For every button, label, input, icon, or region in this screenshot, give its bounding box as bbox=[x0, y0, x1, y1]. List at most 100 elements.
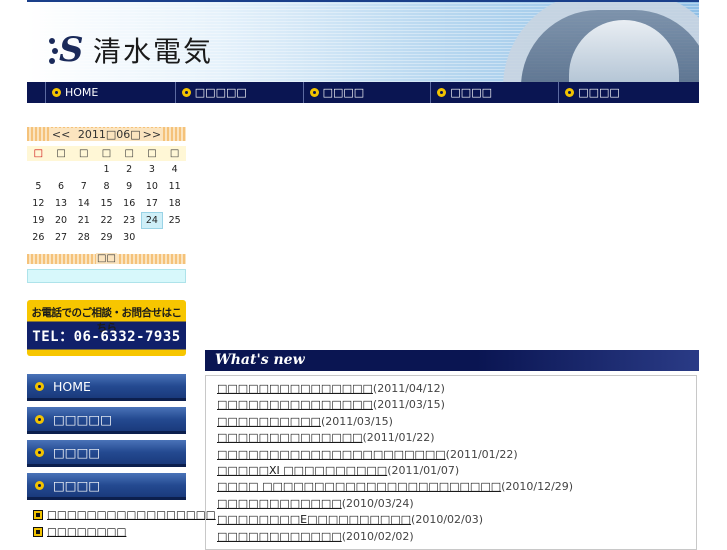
logo-text: 清水電気 bbox=[93, 35, 214, 68]
bullet-icon bbox=[35, 414, 44, 424]
side-sublink[interactable]: □□□□□□□□ bbox=[33, 523, 216, 540]
side-menu-label: □□□□□ bbox=[53, 411, 113, 427]
calendar-day[interactable]: 18 bbox=[163, 195, 186, 212]
bullet-icon bbox=[565, 88, 575, 97]
calendar-day[interactable]: 30 bbox=[118, 229, 141, 246]
news-link[interactable]: □□□□□XI □□□□□□□□□□ bbox=[217, 464, 387, 477]
top-nav: HOME □□□□□ □□□□ □□□□ □□□□ bbox=[27, 82, 699, 103]
calendar-day[interactable]: 9 bbox=[118, 178, 141, 195]
news-item: □□□□□XI □□□□□□□□□□(2011/01/07) bbox=[206, 464, 696, 480]
calendar-empty-cell bbox=[163, 229, 186, 246]
news-item: □□□□□□□□□□□□□□□(2011/04/12) bbox=[206, 382, 696, 398]
calendar-next-link[interactable]: >> bbox=[141, 127, 163, 141]
calendar-day[interactable]: 22 bbox=[95, 212, 118, 229]
news-link[interactable]: □□□□□□□□□□□□□□□ bbox=[217, 398, 373, 411]
calendar-day[interactable]: 5 bbox=[27, 178, 50, 195]
news-link[interactable]: □□□□□□□□□□□□ bbox=[217, 497, 342, 510]
weekday-label: □ bbox=[147, 148, 157, 159]
news-link[interactable]: □□□□□□□□□□ bbox=[217, 415, 321, 428]
calendar-day[interactable]: 19 bbox=[27, 212, 50, 229]
calendar-day[interactable]: 12 bbox=[27, 195, 50, 212]
weekday-label: □ bbox=[169, 148, 180, 159]
news-date: (2011/01/22) bbox=[445, 447, 518, 461]
calendar-day[interactable]: 11 bbox=[163, 178, 186, 195]
news-item: □□□□□□□□□□(2011/03/15) bbox=[206, 415, 696, 431]
calendar-header: << 2011□06□ >> bbox=[27, 127, 186, 141]
calendar-day[interactable]: 10 bbox=[141, 178, 164, 195]
nav-label: □□□□ bbox=[450, 86, 492, 99]
calendar-day[interactable]: 17 bbox=[141, 195, 164, 212]
calendar-day[interactable]: 4 bbox=[163, 161, 186, 178]
calendar: << 2011□06□ >> □ □ □ □ □ □ □ 1 2 3 4 5 6 7 8 9 10… bbox=[27, 127, 186, 246]
side-menu-label: HOME bbox=[53, 378, 91, 394]
calendar-day[interactable]: 1 bbox=[95, 161, 118, 178]
calendar-day[interactable]: 29 bbox=[95, 229, 118, 246]
side-menu-home[interactable]: HOME bbox=[27, 374, 186, 401]
news-date: (2010/12/29) bbox=[501, 480, 574, 494]
news-date: (2011/03/15) bbox=[372, 398, 445, 412]
news-date: (2011/04/12) bbox=[372, 382, 445, 395]
side-menu: HOME □□□□□ □□□□ □□□□ bbox=[27, 374, 186, 506]
calendar-day[interactable]: 16 bbox=[118, 195, 141, 212]
calendar-day[interactable]: 20 bbox=[50, 212, 73, 229]
side-menu-item-4[interactable]: □□□□ bbox=[27, 473, 186, 500]
header-banner: S 清水電気 bbox=[27, 0, 699, 82]
news-item: □□□□□□□□□□□□(2010/02/02) bbox=[206, 530, 696, 546]
calendar-day[interactable]: 25 bbox=[163, 212, 186, 229]
side-sublink[interactable]: □□□□□□□□□□□□□□□□□ bbox=[33, 506, 216, 523]
calendar-day[interactable]: 28 bbox=[72, 229, 95, 246]
calendar-empty-cell bbox=[27, 161, 50, 178]
site-logo[interactable]: S 清水電気 bbox=[49, 30, 213, 70]
side-sublinks: □□□□□□□□□□□□□□□□□ □□□□□□□□ bbox=[33, 506, 216, 540]
side-menu-item-2[interactable]: □□□□□ bbox=[27, 407, 186, 434]
nav-item-3[interactable]: □□□□ bbox=[304, 82, 432, 103]
calendar-day[interactable]: 14 bbox=[72, 195, 95, 212]
phone-contact-banner[interactable]: お電話でのご相談・お問合せはこちら TEL：06-6332-7935 bbox=[27, 300, 186, 356]
news-date: (2011/01/22) bbox=[362, 431, 435, 445]
nav-label: □□□□ bbox=[322, 86, 365, 99]
calendar-day[interactable]: 23 bbox=[118, 212, 141, 229]
nav-item-5[interactable]: □□□□ bbox=[559, 82, 699, 103]
calendar-day[interactable]: 27 bbox=[50, 229, 73, 246]
phone-number: TEL：06-6332-7935 bbox=[32, 329, 181, 345]
nav-item-4[interactable]: □□□□ bbox=[431, 82, 560, 103]
square-bullet-icon bbox=[33, 526, 43, 537]
calendar-day[interactable]: 15 bbox=[95, 195, 118, 212]
nav-item-2[interactable]: □□□□□ bbox=[176, 82, 304, 103]
calendar-day[interactable]: 7 bbox=[72, 178, 95, 195]
news-date: (2010/02/03) bbox=[411, 513, 484, 527]
calendar-day[interactable]: 3 bbox=[141, 161, 164, 178]
calendar-empty-cell bbox=[72, 161, 95, 178]
news-link[interactable]: □□□□□□□□E□□□□□□□□□□ bbox=[217, 513, 411, 526]
news-link[interactable]: □□□□ □□□□□□□□□□□□□□□□□□□□□□□ bbox=[217, 480, 501, 493]
news-item: □□□□□□□□□□□□□□□(2011/03/15) bbox=[206, 398, 696, 414]
bullet-icon bbox=[35, 381, 44, 391]
side-menu-label: □□□□ bbox=[53, 444, 101, 460]
nav-home[interactable]: HOME bbox=[46, 82, 176, 103]
nav-label: HOME bbox=[64, 86, 99, 99]
calendar-day[interactable]: 21 bbox=[72, 212, 95, 229]
calendar-day[interactable]: 24 bbox=[140, 212, 164, 229]
side-menu-label: □□□□ bbox=[53, 477, 101, 493]
nav-label: □□□□ bbox=[578, 86, 620, 99]
calendar-prev-link[interactable]: << bbox=[50, 127, 72, 141]
calendar-empty-cell bbox=[141, 229, 164, 246]
news-link[interactable]: □□□□□□□□□□□□□□□□□□□□□□ bbox=[217, 448, 446, 461]
weekday-label: □ bbox=[79, 148, 89, 159]
category-header: □□ bbox=[27, 253, 186, 264]
news-date: (2011/01/07) bbox=[387, 463, 460, 477]
calendar-day[interactable]: 8 bbox=[95, 178, 118, 195]
news-item: □□□□□□□□E□□□□□□□□□□(2010/02/03) bbox=[206, 513, 696, 529]
calendar-day[interactable]: 6 bbox=[50, 178, 73, 195]
side-menu-item-3[interactable]: □□□□ bbox=[27, 440, 186, 467]
calendar-day[interactable]: 13 bbox=[50, 195, 73, 212]
news-item: □□□□□□□□□□□□□□(2011/01/22) bbox=[206, 431, 696, 447]
calendar-day[interactable]: 2 bbox=[118, 161, 141, 178]
news-link[interactable]: □□□□□□□□□□□□ bbox=[217, 530, 342, 543]
news-link[interactable]: □□□□□□□□□□□□□□□ bbox=[217, 382, 373, 395]
calendar-day[interactable]: 26 bbox=[27, 229, 50, 246]
news-link[interactable]: □□□□□□□□□□□□□□ bbox=[217, 431, 363, 444]
bullet-icon bbox=[181, 88, 191, 97]
news-item: □□□□□□□□□□□□(2010/03/24) bbox=[206, 497, 696, 513]
bullet-icon bbox=[35, 447, 44, 457]
